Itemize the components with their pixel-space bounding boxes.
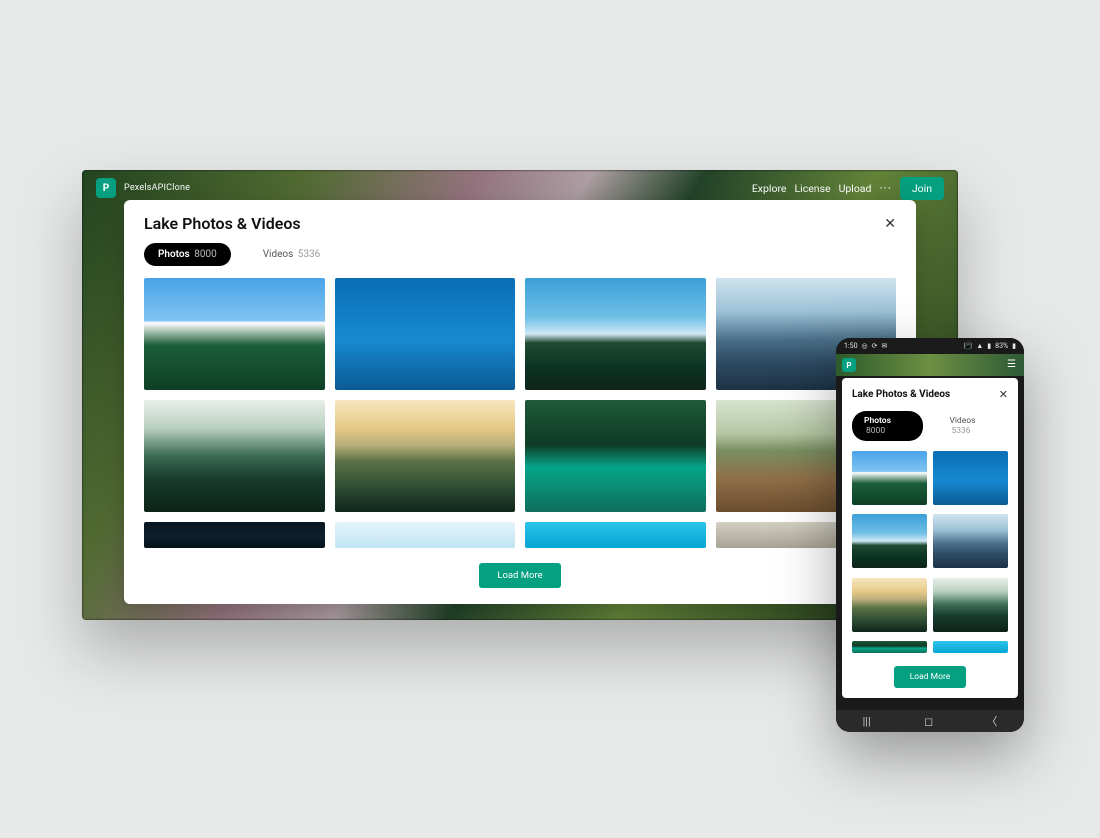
photo-thumb[interactable] xyxy=(144,278,325,390)
android-back-icon[interactable]: 〈 xyxy=(986,713,997,729)
tab-photos-label: Photos xyxy=(864,416,891,426)
nav-explore[interactable]: Explore xyxy=(752,182,787,195)
load-more-button[interactable]: Load More xyxy=(894,666,967,688)
status-battery-icon: ▮ xyxy=(1012,342,1016,350)
tab-videos-count: 5336 xyxy=(298,249,320,260)
brand-logo[interactable]: P xyxy=(96,178,116,198)
android-recent-icon[interactable]: ||| xyxy=(863,715,871,728)
photo-thumb[interactable] xyxy=(525,278,706,390)
android-nav-bar: ||| ◻ 〈 xyxy=(836,710,1024,732)
tab-photos-label: Photos xyxy=(158,249,190,260)
nav-upload[interactable]: Upload xyxy=(839,182,872,195)
status-time: 1:50 xyxy=(844,342,858,350)
mobile-status-bar: 1:50 ◎ ⟳ ✉ 📳 ▲ ▮ 83% ▮ xyxy=(836,338,1024,354)
tab-videos-label: Videos xyxy=(263,249,294,260)
join-button[interactable]: Join xyxy=(900,177,944,200)
photo-grid xyxy=(852,451,1008,656)
photo-thumb[interactable] xyxy=(525,400,706,512)
photo-thumb[interactable] xyxy=(852,641,927,653)
mobile-navbar: P ☰ xyxy=(836,354,1024,376)
photo-thumb[interactable] xyxy=(933,514,1008,568)
photo-thumb[interactable] xyxy=(852,578,927,632)
tabs: Photos 8000 Videos 5336 xyxy=(144,243,896,266)
status-notif-icon: ◎ xyxy=(862,342,868,350)
tab-photos[interactable]: Photos 8000 xyxy=(144,243,231,266)
phone-mock: 1:50 ◎ ⟳ ✉ 📳 ▲ ▮ 83% ▮ P ☰ Lake Photos &… xyxy=(836,338,1024,732)
search-modal: Lake Photos & Videos ✕ Photos 8000 Video… xyxy=(124,200,916,604)
tab-videos[interactable]: Videos 5336 xyxy=(249,243,335,266)
photo-thumb[interactable] xyxy=(933,578,1008,632)
load-more-button[interactable]: Load More xyxy=(479,563,560,588)
tab-photos-count: 8000 xyxy=(866,426,885,436)
modal-header: Lake Photos & Videos ✕ xyxy=(144,214,896,233)
photo-thumb[interactable] xyxy=(335,278,516,390)
photo-thumb[interactable] xyxy=(852,514,927,568)
status-mail-icon: ✉ xyxy=(881,342,887,350)
status-wifi-icon: ▲ xyxy=(976,342,983,350)
menu-icon[interactable]: ☰ xyxy=(1007,359,1016,370)
photo-grid xyxy=(144,278,896,548)
photo-thumb[interactable] xyxy=(933,641,1008,653)
tab-videos[interactable]: Videos 5336 xyxy=(937,411,1008,441)
photo-thumb[interactable] xyxy=(335,522,516,548)
photo-thumb[interactable] xyxy=(933,451,1008,505)
status-vibrate-icon: 📳 xyxy=(964,342,973,350)
tab-photos[interactable]: Photos 8000 xyxy=(852,411,923,441)
status-battery: 83% xyxy=(995,342,1008,350)
photo-thumb[interactable] xyxy=(144,400,325,512)
brand-name: PexelsAPIClone xyxy=(124,183,190,193)
modal-title: Lake Photos & Videos xyxy=(852,389,950,400)
nav-license[interactable]: License xyxy=(795,182,831,195)
close-icon[interactable]: ✕ xyxy=(884,216,896,232)
status-signal-icon: ▮ xyxy=(987,342,991,350)
modal-header: Lake Photos & Videos ✕ xyxy=(852,388,1008,401)
close-icon[interactable]: ✕ xyxy=(999,388,1008,401)
photo-thumb[interactable] xyxy=(335,400,516,512)
phone-content: P ☰ Lake Photos & Videos ✕ Photos 8000 V… xyxy=(836,354,1024,710)
photo-thumb[interactable] xyxy=(144,522,325,548)
modal-title: Lake Photos & Videos xyxy=(144,214,301,233)
brand-logo[interactable]: P xyxy=(842,358,856,372)
search-modal-mobile: Lake Photos & Videos ✕ Photos 8000 Video… xyxy=(842,378,1018,698)
tab-videos-label: Videos xyxy=(949,416,975,426)
tab-videos-count: 5336 xyxy=(951,426,970,436)
photo-thumb[interactable] xyxy=(852,451,927,505)
status-sync-icon: ⟳ xyxy=(872,342,878,350)
tabs: Photos 8000 Videos 5336 xyxy=(852,411,1008,441)
android-home-icon[interactable]: ◻ xyxy=(924,715,933,728)
photo-grid-wrapper xyxy=(144,278,896,549)
nav-more-icon[interactable]: ··· xyxy=(879,181,891,195)
photo-thumb[interactable] xyxy=(525,522,706,548)
desktop-window: P PexelsAPIClone Explore License Upload … xyxy=(82,170,958,620)
tab-photos-count: 8000 xyxy=(194,249,216,260)
